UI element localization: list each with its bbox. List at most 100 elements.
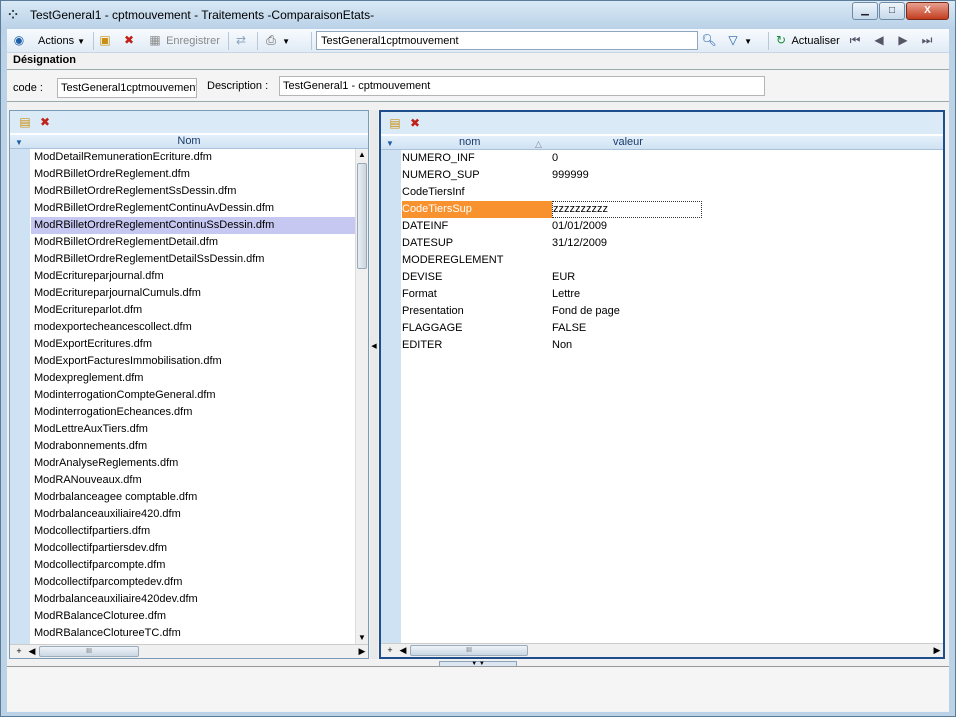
last-record-button[interactable]: ⏭	[919, 32, 935, 50]
property-value[interactable]: 31/12/2009	[552, 235, 702, 252]
column-header-nom[interactable]: ▼ Nom	[10, 135, 368, 149]
property-row[interactable]: NUMERO_INF 0	[402, 150, 943, 167]
nav-circle-icon[interactable]: ◉	[11, 32, 27, 50]
delete-item-icon[interactable]: ✖	[37, 114, 53, 130]
list-item[interactable]: ModinterrogationCompteGeneral.dfm	[31, 387, 355, 404]
splitter-grip-icon[interactable]: ◀	[371, 340, 377, 354]
list-item[interactable]: Modrbalanceauxiliaire420.dfm	[31, 506, 355, 523]
list-item[interactable]: Modcollectifpartiersdev.dfm	[31, 540, 355, 557]
horizontal-scrollbar[interactable]: + ◀ III ▶	[10, 644, 368, 658]
list-item[interactable]: ModLettreAuxTiers.dfm	[31, 421, 355, 438]
list-item[interactable]: Modcollectifpartiers.dfm	[31, 523, 355, 540]
list-item[interactable]: ModDetailRemunerationEcriture.dfm	[31, 149, 355, 166]
list-item[interactable]: Modcollectifparcomptedev.dfm	[31, 574, 355, 591]
maximize-button[interactable]: □	[879, 2, 905, 20]
property-row[interactable]: DEVISE EUR	[402, 269, 943, 286]
property-row[interactable]: NUMERO_SUP 999999	[402, 167, 943, 184]
list-item[interactable]: ModEcritureparjournalCumuls.dfm	[31, 285, 355, 302]
property-value[interactable]: 01/01/2009	[552, 218, 702, 235]
list-item[interactable]: ModRBilletOrdreReglementDetailSsDessin.d…	[31, 251, 355, 268]
delete-property-icon[interactable]: ✖	[407, 115, 423, 131]
horizontal-scrollbar[interactable]: + ◀ III ▶	[381, 643, 943, 657]
hscroll-thumb[interactable]: III	[410, 645, 528, 656]
property-row[interactable]: Format Lettre	[402, 286, 943, 303]
property-row[interactable]: CodeTiersInf	[402, 184, 943, 201]
scroll-left-arrow-icon[interactable]: ◀	[26, 645, 38, 658]
list-item[interactable]: ModRBalanceClotureeTC.dfm	[31, 625, 355, 642]
property-value[interactable]: Non	[552, 337, 702, 354]
list-item[interactable]: ModExportFacturesImmobilisation.dfm	[31, 353, 355, 370]
col-valeur-header[interactable]: valeur	[613, 136, 643, 149]
scroll-left-arrow-icon[interactable]: ◀	[397, 644, 409, 657]
scroll-up-arrow-icon[interactable]: ▲	[356, 149, 368, 161]
sync-button[interactable]: ⇄	[233, 32, 249, 50]
new-record-button[interactable]: ▣	[97, 32, 113, 50]
close-button[interactable]: X	[906, 2, 949, 20]
search-button[interactable]: 🔍︎	[701, 32, 717, 50]
property-value[interactable]: 999999	[552, 167, 702, 184]
property-row[interactable]: FLAGGAGE FALSE	[402, 320, 943, 337]
col-nom-header[interactable]: nom	[459, 136, 480, 149]
search-input[interactable]	[316, 31, 698, 50]
property-row[interactable]: Presentation Fond de page	[402, 303, 943, 320]
list-item[interactable]: ModRANouveaux.dfm	[31, 472, 355, 489]
list-item[interactable]: modexportecheancescollect.dfm	[31, 319, 355, 336]
list-item[interactable]: ModExportEcritures.dfm	[31, 336, 355, 353]
property-value[interactable]: FALSE	[552, 320, 702, 337]
list-item[interactable]: ModinterrogationEcheances.dfm	[31, 404, 355, 421]
title-bar[interactable]: ⁘ TestGeneral1 - cptmouvement - Traiteme…	[1, 1, 955, 29]
property-row[interactable]: EDITER Non	[402, 337, 943, 354]
list-item[interactable]: ModEcritureparjournal.dfm	[31, 268, 355, 285]
vertical-scrollbar[interactable]: ▲ ▼	[355, 149, 368, 644]
property-row[interactable]: DATEINF 01/01/2009	[402, 218, 943, 235]
properties-column-header[interactable]: ▼ nom △ valeur	[381, 136, 943, 150]
new-property-icon[interactable]: ▤	[387, 115, 403, 131]
list-item[interactable]: ModRBilletOrdreReglementDetail.dfm	[31, 234, 355, 251]
new-item-icon[interactable]: ▤	[17, 114, 33, 130]
property-value[interactable]: zzzzzzzzzz	[552, 201, 702, 218]
printer-icon: ⎙	[266, 33, 276, 47]
filter-button[interactable]: ▽ ▼	[725, 32, 752, 50]
list-item[interactable]: Modrabonnements.dfm	[31, 438, 355, 455]
expand-arrow-icon[interactable]: ▼	[386, 137, 394, 150]
row-gutter	[10, 149, 30, 644]
first-record-button[interactable]: ⏮	[847, 32, 863, 50]
property-row[interactable]: DATESUP 31/12/2009	[402, 235, 943, 252]
pane-splitter[interactable]: ◀	[370, 110, 378, 659]
minimize-button[interactable]: ▁	[852, 2, 878, 20]
refresh-button[interactable]: ↻ Actualiser	[773, 32, 840, 50]
save-button[interactable]: ▦ Enregistrer	[147, 32, 220, 50]
property-value[interactable]: Fond de page	[552, 303, 702, 320]
hscroll-thumb[interactable]: III	[39, 646, 139, 657]
property-value[interactable]: EUR	[552, 269, 702, 286]
scroll-right-arrow-icon[interactable]: ▶	[356, 645, 368, 658]
description-field[interactable]: TestGeneral1 - cptmouvement	[279, 76, 765, 96]
list-item[interactable]: ModRBilletOrdreReglement.dfm	[31, 166, 355, 183]
scroll-thumb[interactable]	[357, 163, 367, 269]
list-item[interactable]: ModRBilletOrdreReglementSsDessin.dfm	[31, 183, 355, 200]
actions-menu-button[interactable]: Actions ▼	[38, 32, 85, 50]
scroll-right-arrow-icon[interactable]: ▶	[931, 644, 943, 657]
property-value[interactable]: Lettre	[552, 286, 702, 303]
list-item[interactable]: Modrbalanceagee comptable.dfm	[31, 489, 355, 506]
list-item[interactable]: Modcollectifparcompte.dfm	[31, 557, 355, 574]
list-item[interactable]: Modrbalanceauxiliaire420dev.dfm	[31, 591, 355, 608]
property-row[interactable]: MODEREGLEMENT	[402, 252, 943, 269]
code-field[interactable]: TestGeneral1cptmouvement	[57, 78, 197, 98]
list-item[interactable]: ModrAnalyseReglements.dfm	[31, 455, 355, 472]
property-row[interactable]: CodeTiersSup zzzzzzzzzz	[402, 201, 943, 218]
add-row-icon[interactable]: +	[383, 644, 397, 657]
delete-record-button[interactable]: ✖	[121, 32, 137, 50]
list-item[interactable]: ModEcritureparlot.dfm	[31, 302, 355, 319]
scroll-down-arrow-icon[interactable]: ▼	[356, 632, 368, 644]
add-row-icon[interactable]: +	[12, 645, 26, 658]
next-record-button[interactable]: ▶	[895, 32, 911, 50]
list-item[interactable]: Modexpreglement.dfm	[31, 370, 355, 387]
actions-label: Actions	[38, 35, 75, 47]
print-button[interactable]: ⎙ ▼	[263, 32, 290, 50]
property-value[interactable]: 0	[552, 150, 702, 167]
previous-record-button[interactable]: ◀	[871, 32, 887, 50]
list-item[interactable]: ModRBilletOrdreReglementContinuSsDessin.…	[31, 217, 355, 234]
list-item[interactable]: ModRBalanceCloturee.dfm	[31, 608, 355, 625]
list-item[interactable]: ModRBilletOrdreReglementContinuAvDessin.…	[31, 200, 355, 217]
